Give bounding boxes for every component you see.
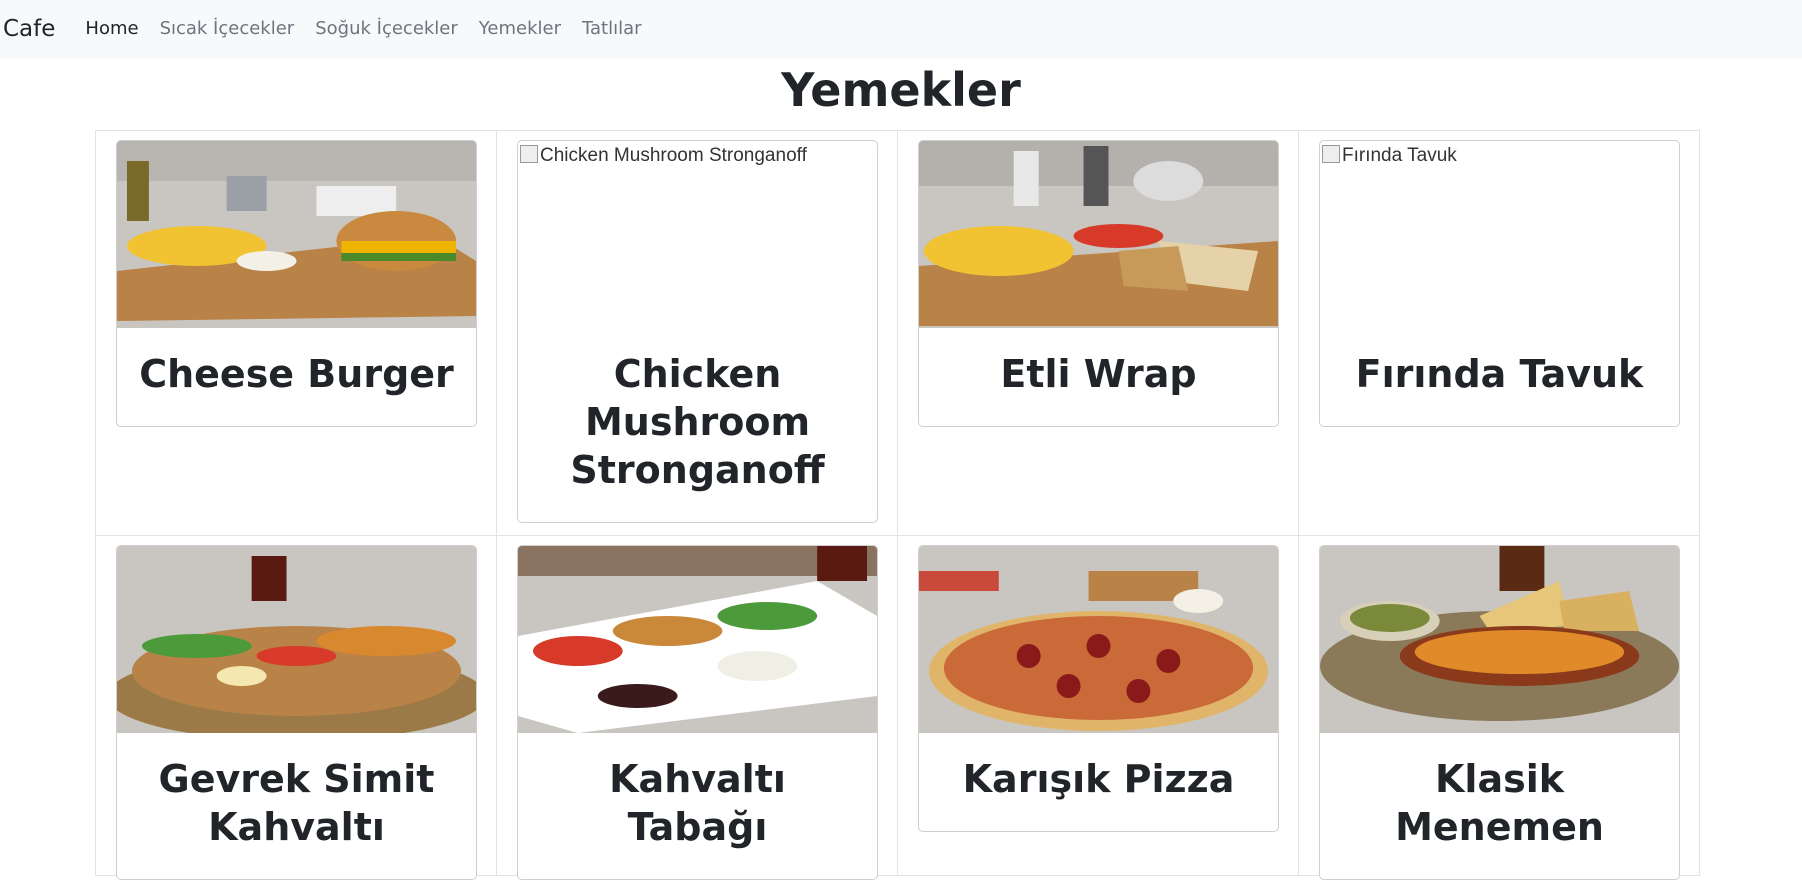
menu-card[interactable]: Klasik Menemen — [1319, 545, 1680, 880]
grid-cell: Cheese Burger — [96, 131, 497, 536]
card-title: Karışık Pizza — [962, 757, 1235, 801]
broken-image-icon — [1322, 145, 1340, 163]
page-title: Yemekler — [781, 63, 1021, 117]
card-title: Chicken Mushroom Stronganoff — [570, 352, 825, 492]
brand-link[interactable]: Cafe — [3, 17, 55, 41]
nav-link-tatlilar[interactable]: Tatlılar — [582, 20, 642, 38]
grid-cell: Etli Wrap — [898, 131, 1299, 536]
card-title: Gevrek Simit Kahvaltı — [158, 757, 435, 849]
food-image-kahvalti-tabagi — [518, 546, 877, 733]
grid-cell: Gevrek Simit Kahvaltı — [96, 536, 497, 880]
nav-link-yemekler[interactable]: Yemekler — [479, 20, 561, 38]
menu-card[interactable]: Etli Wrap — [918, 140, 1279, 427]
broken-image-icon — [520, 145, 538, 163]
menu-card[interactable]: Karışık Pizza — [918, 545, 1279, 832]
nav-link-home[interactable]: Home — [85, 20, 138, 38]
menu-card[interactable]: Chicken Mushroom Stronganoff Chicken Mus… — [517, 140, 878, 523]
card-title: Kahvaltı Tabağı — [609, 757, 786, 849]
nav-link-soguk-icecekler[interactable]: Soğuk İçecekler — [315, 20, 458, 38]
menu-grid: Cheese Burger Chicken Mushroom Strongano… — [95, 130, 1700, 880]
grid-cell: Fırında Tavuk Fırında Tavuk — [1299, 131, 1700, 536]
broken-image-firinda-tavuk: Fırında Tavuk — [1320, 141, 1679, 328]
food-image-klasik-menemen — [1320, 546, 1679, 733]
card-title: Klasik Menemen — [1395, 757, 1604, 849]
menu-card[interactable]: Cheese Burger — [116, 140, 477, 427]
grid-cell: Klasik Menemen — [1299, 536, 1700, 880]
food-image-gevrek-simit-kahvalti — [117, 546, 476, 733]
food-image-karisik-pizza — [919, 546, 1278, 733]
grid-cell: Karışık Pizza — [898, 536, 1299, 876]
grid-cell: Chicken Mushroom Stronganoff Chicken Mus… — [497, 131, 898, 536]
card-title: Cheese Burger — [139, 352, 454, 396]
menu-card[interactable]: Gevrek Simit Kahvaltı — [116, 545, 477, 880]
food-image-etli-wrap — [919, 141, 1278, 328]
food-image-cheese-burger — [117, 141, 476, 328]
card-title: Etli Wrap — [1000, 352, 1197, 396]
grid-cell: Kahvaltı Tabağı — [497, 536, 898, 880]
navbar: Cafe Home Sıcak İçecekler Soğuk İçecekle… — [0, 0, 1802, 58]
nav-link-sicak-icecekler[interactable]: Sıcak İçecekler — [160, 20, 295, 38]
menu-card[interactable]: Fırında Tavuk Fırında Tavuk — [1319, 140, 1680, 427]
broken-image-chicken-mushroom-stronganoff: Chicken Mushroom Stronganoff — [518, 141, 877, 328]
menu-card[interactable]: Kahvaltı Tabağı — [517, 545, 878, 880]
card-title: Fırında Tavuk — [1355, 352, 1644, 396]
